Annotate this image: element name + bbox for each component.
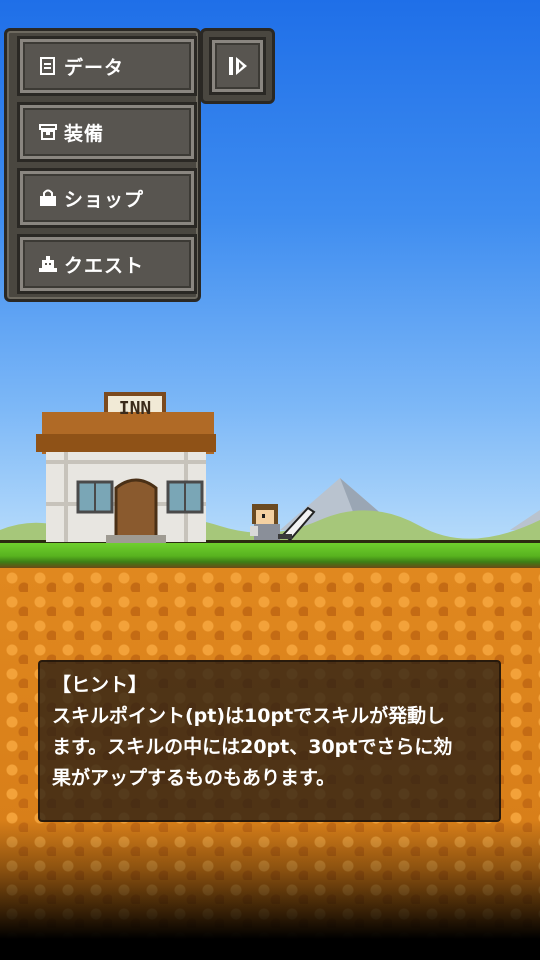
menu-toggle-button[interactable]: [200, 28, 275, 104]
dirt-shadow: [0, 820, 540, 960]
menu-label-quest: クエスト: [64, 254, 145, 277]
hint-title: 【ヒント】: [52, 674, 148, 696]
document-icon: [38, 56, 58, 76]
menu-button-shop[interactable]: ショップ: [17, 168, 197, 228]
quest-icon: [38, 254, 58, 274]
menu-label-equipment: 装備: [64, 122, 105, 145]
menu-button-quest[interactable]: クエスト: [17, 234, 197, 294]
hint-text: スキルポイント(pt)は10ptでスキルが発動し ます。スキルの中には20pt、…: [52, 705, 453, 789]
menu-label-shop: ショップ: [64, 188, 145, 211]
hero-character[interactable]: [248, 500, 316, 544]
armor-icon: [38, 122, 58, 142]
hint-box: 【ヒント】 スキルポイント(pt)は10ptでスキルが発動し ます。スキルの中に…: [38, 660, 501, 822]
menu-toggle-inner[interactable]: [209, 37, 266, 95]
game-screen: INN データ 装備 ショップ クエスト 【ヒント】 スキルポイント(pt)は1…: [0, 0, 540, 960]
menu-label-data: データ: [64, 56, 125, 79]
menu-button-equipment[interactable]: 装備: [17, 102, 197, 162]
play-bar-icon: [228, 57, 247, 75]
shop-bag-icon: [38, 188, 58, 208]
inn-sign: INN: [118, 398, 152, 419]
menu-button-data[interactable]: データ: [17, 36, 197, 96]
main-menu-panel: データ 装備 ショップ クエスト: [4, 28, 201, 302]
